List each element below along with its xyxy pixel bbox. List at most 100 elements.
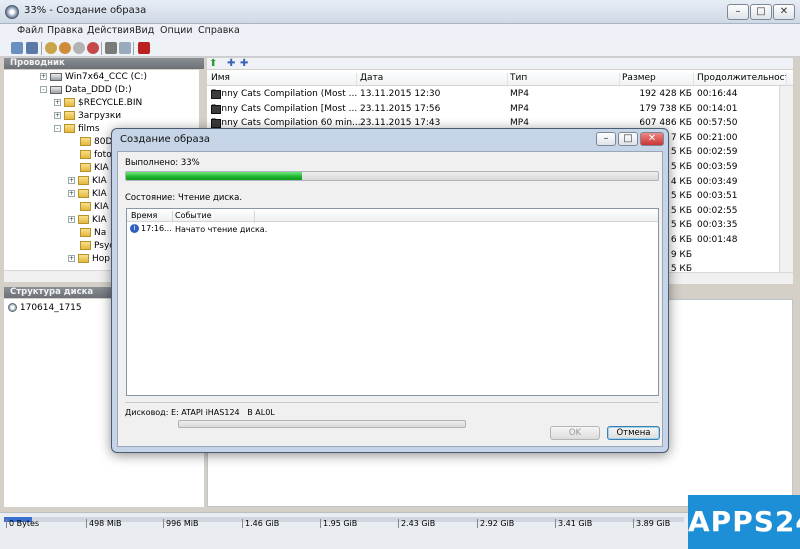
- disk-structure-item[interactable]: 170614_1715: [8, 303, 82, 313]
- tree-item[interactable]: + Загрузки: [54, 111, 121, 124]
- erase-disc-icon[interactable]: [87, 42, 99, 54]
- file-size: 4 КБ: [670, 176, 692, 187]
- cancel-button[interactable]: Отмена: [607, 426, 660, 440]
- tree-item[interactable]: + KIA: [68, 189, 107, 202]
- tree-expander[interactable]: +: [68, 255, 75, 262]
- tree-item-label: KIA: [94, 202, 109, 212]
- tree-item[interactable]: - films: [54, 124, 100, 137]
- event-log: Время Событие i 17:16... Начато чтение ди…: [126, 208, 659, 396]
- dialog-close-button[interactable]: ✕: [640, 132, 664, 146]
- burn-disc-icon[interactable]: [45, 42, 57, 54]
- add-files-icon[interactable]: ✚: [227, 58, 235, 69]
- menu-actions[interactable]: Действия: [87, 25, 135, 36]
- watermark-logo: APPS24: [688, 495, 800, 549]
- tree-item[interactable]: + Hop: [68, 254, 110, 267]
- toolbar: [0, 39, 800, 57]
- tree-item-label: Загрузки: [78, 111, 122, 121]
- file-date: 13.11.2015 12:30: [360, 89, 441, 99]
- tree-item-label: films: [78, 124, 100, 134]
- dialog-maximize-button[interactable]: □: [618, 132, 638, 146]
- drive-icon: [50, 72, 62, 81]
- file-cell: 00:02:55: [697, 206, 737, 216]
- menu-file[interactable]: Файл: [17, 25, 43, 36]
- tree-expander[interactable]: +: [68, 190, 75, 197]
- create-image-icon[interactable]: [73, 42, 85, 54]
- ok-button[interactable]: OK: [550, 426, 600, 440]
- column-duration[interactable]: Продолжительност: [697, 73, 787, 87]
- tree-expander[interactable]: +: [40, 73, 47, 80]
- toolbar-separator: [101, 42, 102, 55]
- log-column-time[interactable]: Время: [131, 211, 173, 223]
- tree-item[interactable]: Psyc: [80, 241, 114, 254]
- menu-edit[interactable]: Правка: [47, 25, 83, 36]
- tree-item[interactable]: + KIA: [68, 215, 107, 228]
- tree-item[interactable]: + $RECYCLE.BIN: [54, 98, 142, 111]
- file-cell: MP4: [510, 104, 529, 114]
- log-row[interactable]: i 17:16...: [130, 224, 172, 233]
- folder-icon: [80, 228, 91, 237]
- file-size: 5 КБ: [670, 220, 692, 231]
- folder-icon: [80, 150, 91, 159]
- file-row[interactable]: Funny Cats Compilation [Most ... 23.11.20…: [207, 103, 793, 116]
- tree-item[interactable]: 80D: [80, 137, 112, 150]
- tree-item[interactable]: KIA: [80, 202, 109, 215]
- ruler-tick: 1.95 GiB: [320, 519, 357, 528]
- ruler-tick: 996 MiB: [163, 519, 198, 528]
- file-size: 5 КБ: [670, 162, 692, 172]
- file-duration: 00:16:44: [697, 89, 738, 99]
- file-size: 5 КБ: [670, 147, 692, 158]
- dialog-minimize-button[interactable]: –: [596, 132, 616, 146]
- done-label: Выполнено: 33%: [125, 158, 200, 168]
- menu-view[interactable]: Вид: [135, 25, 154, 36]
- tree-expander[interactable]: +: [68, 177, 75, 184]
- exit-icon[interactable]: [138, 42, 150, 54]
- tree-item[interactable]: - Data_DDD (D:): [40, 85, 132, 98]
- tree-item[interactable]: + Win7x64_CCC (C:): [40, 72, 147, 85]
- log-column-event[interactable]: Событие: [175, 211, 255, 223]
- file-size: 7 КБ: [670, 132, 692, 143]
- minimize-button[interactable]: –: [727, 4, 749, 20]
- tree-expander[interactable]: +: [54, 99, 61, 106]
- toolbar-separator: [41, 42, 42, 55]
- tree-item[interactable]: + KIA: [68, 176, 107, 189]
- up-arrow-icon[interactable]: ⬆: [209, 58, 217, 69]
- file-size: 5 КБ: [670, 205, 692, 216]
- ruler-tick: 3.41 GiB: [555, 519, 592, 528]
- column-size[interactable]: Размер: [622, 73, 694, 87]
- column-date[interactable]: Дата: [360, 73, 508, 87]
- tree-expander[interactable]: -: [54, 125, 61, 132]
- files-vscrollbar[interactable]: [779, 86, 793, 272]
- menu-help[interactable]: Справка: [198, 25, 240, 36]
- menu-options[interactable]: Опции: [160, 25, 193, 36]
- file-row[interactable]: Funny Cats Compilation (Most ... 13.11.20…: [207, 88, 793, 101]
- file-type: MP4: [510, 118, 529, 129]
- file-duration: 00:02:59: [697, 147, 738, 158]
- drive-label: Дисковод: E: ATAPI iHAS124 B AL0L: [125, 408, 275, 417]
- toolbar-separator: [133, 42, 134, 55]
- tree-expander[interactable]: -: [40, 86, 47, 93]
- video-file-icon: [211, 119, 221, 129]
- create-image-dialog: Создание образа – □ ✕ Выполнено: 33% Сос…: [111, 128, 669, 453]
- drive-progress-bar: [178, 420, 466, 428]
- new-project-icon[interactable]: [11, 42, 23, 54]
- close-button[interactable]: ✕: [773, 4, 795, 20]
- remove-files-icon[interactable]: ✚: [240, 58, 248, 69]
- column-name[interactable]: Имя: [211, 73, 357, 87]
- copy-disc-icon[interactable]: [59, 42, 71, 54]
- event-log-header: Время Событие: [127, 209, 658, 223]
- tree-item[interactable]: foto: [80, 150, 112, 163]
- open-project-icon[interactable]: [26, 42, 38, 54]
- maximize-button[interactable]: □: [750, 4, 772, 20]
- column-type[interactable]: Тип: [510, 73, 620, 87]
- tree-expander[interactable]: +: [68, 216, 75, 223]
- tree-expander[interactable]: +: [54, 112, 61, 119]
- file-cell: 00:14:01: [697, 104, 737, 114]
- tree-item[interactable]: KIA: [80, 163, 109, 176]
- properties-icon[interactable]: [119, 42, 131, 54]
- video-file-icon: [211, 104, 221, 114]
- file-cell: 00:16:44: [697, 89, 737, 99]
- file-cell: Funny Cats Compilation 60 min...: [211, 118, 361, 129]
- tree-item[interactable]: Na: [80, 228, 106, 241]
- file-name: Funny Cats Compilation [Most ...: [211, 103, 358, 114]
- cut-icon[interactable]: [105, 42, 117, 54]
